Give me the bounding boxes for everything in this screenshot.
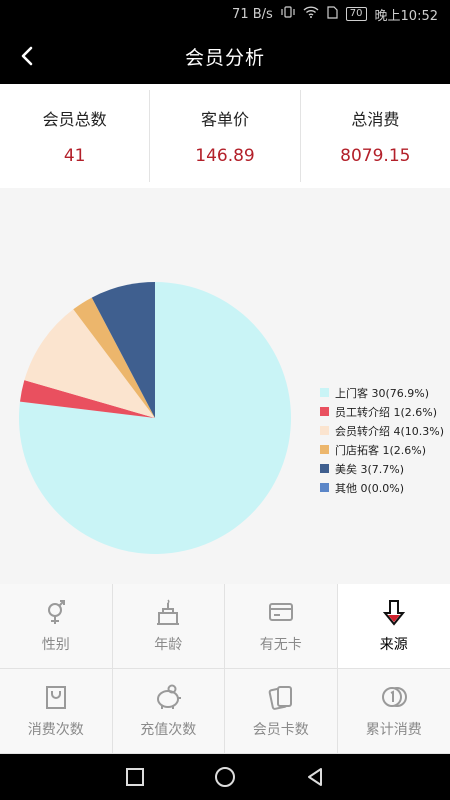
cake-icon (157, 599, 180, 625)
tab-label: 消费次数 (27, 722, 84, 738)
tab-label: 有无卡 (259, 637, 302, 653)
stat-label: 总消费 (351, 110, 400, 129)
cards-icon (268, 686, 292, 710)
legend-label: 美矣 3(7.7%) (335, 462, 405, 476)
chart-legend: 上门客 30(76.9%) 员工转介绍 1(2.6%) 会员转介绍 4(10.3%)… (320, 383, 444, 497)
chevron-left-icon (21, 46, 33, 66)
recents-icon[interactable] (125, 767, 145, 787)
legend-swatch (320, 388, 329, 397)
legend-swatch (320, 426, 329, 435)
stat-value: 41 (63, 146, 86, 166)
summary-panel: 会员总数 41 客单价 146.89 总消费 8079.15 (0, 84, 450, 188)
tab-gender[interactable]: 性别 (0, 584, 113, 669)
coins-icon (381, 687, 407, 707)
network-speed: 71 B/s (232, 6, 273, 22)
legend-item: 其他 0(0.0%) (320, 478, 444, 497)
tab-member-cards[interactable]: 会员卡数 (225, 669, 338, 754)
legend-swatch (320, 464, 329, 473)
bag-icon (45, 686, 66, 709)
wifi-icon (303, 6, 319, 22)
legend-label: 会员转介绍 4(10.3%) (335, 424, 445, 438)
legend-label: 门店拓客 1(2.6%) (335, 443, 427, 457)
tab-label: 会员卡数 (252, 722, 309, 738)
analysis-tabs: 性别 年龄 有无卡 来源 消费次数 充值次数 会员卡数 累计消费 (0, 584, 450, 754)
stat-value: 8079.15 (340, 146, 411, 166)
gender-icon (47, 600, 65, 624)
legend-item: 门店拓客 1(2.6%) (320, 440, 444, 459)
home-icon[interactable] (214, 766, 236, 788)
legend-swatch (320, 483, 329, 492)
stat-average-order: 客单价 146.89 (150, 90, 301, 182)
legend-label: 员工转介绍 1(2.6%) (335, 405, 438, 419)
stat-label: 客单价 (200, 110, 249, 129)
system-nav-bar (0, 754, 450, 800)
clock: 晚上10:52 (374, 8, 438, 24)
legend-swatch (320, 407, 329, 416)
app-header: 会员分析 (0, 28, 450, 84)
legend-item: 员工转介绍 1(2.6%) (320, 402, 444, 421)
tab-label: 充值次数 (140, 722, 197, 738)
tab-age[interactable]: 年龄 (112, 584, 225, 669)
status-bar: 71 B/s 70 晚上10:52 (0, 0, 450, 28)
piggy-bank-icon (157, 684, 182, 709)
source-pie-chart: 上门客 30(76.9%) 员工转介绍 1(2.6%) 会员转介绍 4(10.3%)… (0, 188, 450, 584)
vibrate-icon (281, 6, 295, 22)
tab-card[interactable]: 有无卡 (225, 584, 338, 669)
source-arrow-icon (382, 600, 405, 626)
stat-value: 146.89 (195, 146, 255, 166)
back-button[interactable] (14, 42, 42, 70)
legend-swatch (320, 445, 329, 454)
card-icon (268, 603, 293, 621)
stat-total-spend: 总消费 8079.15 (301, 90, 450, 182)
legend-item: 上门客 30(76.9%) (320, 383, 444, 402)
page-title: 会员分析 (184, 46, 265, 69)
tab-source[interactable]: 来源 (337, 584, 450, 669)
legend-item: 会员转介绍 4(10.3%) (320, 421, 444, 440)
stat-member-count: 会员总数 41 (0, 90, 151, 182)
tab-label: 累计消费 (365, 722, 422, 738)
legend-label: 上门客 30(76.9%) (335, 386, 430, 400)
battery-indicator: 70 (345, 7, 367, 21)
stat-label: 会员总数 (42, 110, 107, 129)
tab-total-consume[interactable]: 累计消费 (337, 669, 450, 754)
sim-icon (327, 5, 338, 23)
tab-label: 来源 (379, 637, 408, 653)
back-nav-icon[interactable] (305, 767, 325, 787)
legend-label: 其他 0(0.0%) (335, 481, 405, 495)
tab-consume-count[interactable]: 消费次数 (0, 669, 113, 754)
tab-label: 年龄 (154, 637, 183, 653)
pie-chart (19, 282, 292, 554)
tab-label: 性别 (41, 637, 70, 653)
tab-recharge-count[interactable]: 充值次数 (112, 669, 225, 754)
legend-item: 美矣 3(7.7%) (320, 459, 444, 478)
